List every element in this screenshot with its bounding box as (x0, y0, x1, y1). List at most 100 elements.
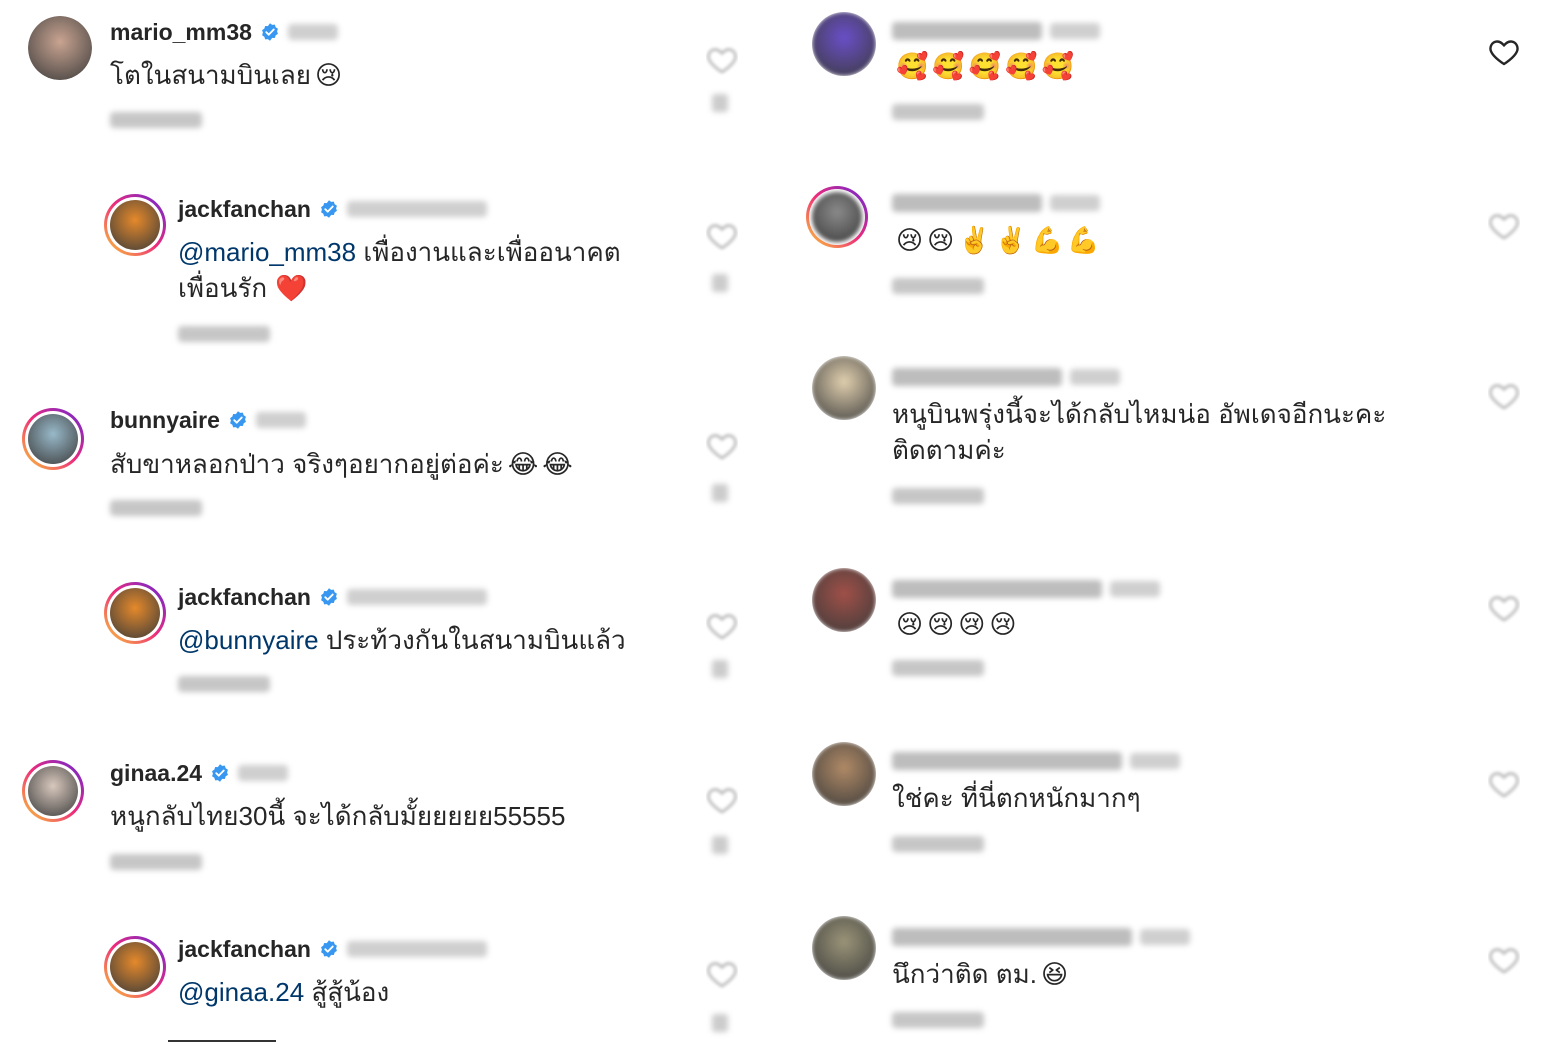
avatar[interactable] (812, 742, 876, 806)
avatar[interactable] (812, 356, 876, 420)
verified-badge-icon (210, 763, 230, 783)
heart-outline-icon[interactable] (1488, 210, 1520, 242)
username-link[interactable]: jackfanchan (178, 936, 311, 963)
reply-button[interactable] (892, 104, 984, 120)
comment-timestamp (1110, 581, 1160, 597)
username-link[interactable]: jackfanchan (178, 196, 311, 223)
verified-badge-icon (319, 587, 339, 607)
username-link[interactable] (892, 752, 1122, 770)
verified-badge-icon (260, 22, 280, 42)
emoji: 😢 (989, 610, 1017, 640)
comment-text-line2: ติดตามค่ะ (892, 432, 1006, 468)
comment-header: bunnyaire (110, 405, 306, 435)
username-link[interactable]: ginaa.24 (110, 760, 202, 787)
comment-timestamp (346, 589, 487, 605)
comment-timestamp (287, 24, 338, 40)
username-link[interactable]: bunnyaire (110, 407, 220, 434)
avatar[interactable] (104, 936, 166, 998)
heart-outline-icon[interactable] (1488, 768, 1520, 800)
reply-button[interactable] (110, 500, 202, 516)
heart-outline-icon[interactable] (1488, 944, 1520, 976)
avatar-image (812, 568, 876, 632)
heart-outline-icon[interactable] (706, 430, 738, 462)
heart-outline-icon[interactable] (706, 220, 738, 252)
avatar[interactable] (812, 568, 876, 632)
comment-timestamp (346, 941, 487, 957)
emoji: 🥰 (932, 52, 965, 82)
comment-header: jackfanchan (178, 194, 487, 224)
username-link[interactable]: jackfanchan (178, 584, 311, 611)
avatar[interactable] (104, 194, 166, 256)
emoji: 😢 (958, 610, 986, 640)
reply-button[interactable] (892, 1012, 984, 1028)
emoji: 😢 (927, 226, 955, 256)
reply-button[interactable] (110, 854, 202, 870)
comment-text: หนูกลับไทย30นี้ จะได้กลับมั้ยยยยย55555 (110, 798, 565, 834)
avatar[interactable] (812, 12, 876, 76)
comment-text-part: โตในสนามบินเลย (110, 60, 312, 90)
comment-header: ginaa.24 (110, 758, 289, 788)
avatar[interactable] (22, 408, 84, 470)
emoji: 🥰 (1005, 52, 1038, 82)
comment-text-part: หนูบินพรุ่งนี้จะได้กลับไหมน่อ อัพเดจอีกน… (892, 399, 1387, 429)
avatar-image (110, 200, 160, 250)
avatar[interactable] (104, 582, 166, 644)
avatar[interactable] (22, 760, 84, 822)
avatar-image (28, 766, 78, 816)
emoji: ✌️ (958, 226, 991, 256)
avatar[interactable] (28, 16, 92, 80)
like-count (712, 660, 728, 678)
comment-text: สับขาหลอกป่าว จริงๆอยากอยู่ต่อค่ะ 😂 😂 (110, 446, 573, 483)
heart-outline-icon[interactable] (1488, 36, 1520, 68)
heart-outline-icon[interactable] (706, 958, 738, 990)
username-link[interactable] (892, 22, 1042, 40)
reply-button[interactable] (892, 488, 984, 504)
like-count (712, 94, 728, 112)
comment-text: @bunnyaire ประท้วงกันในสนามบินแล้ว (178, 622, 626, 658)
comment-header (892, 746, 1180, 776)
emoji: 🥰 (896, 52, 929, 82)
reply-button[interactable] (110, 112, 202, 128)
reply-button[interactable] (178, 326, 270, 342)
emoji: 😢 (315, 61, 343, 91)
username-link[interactable]: mario_mm38 (110, 19, 252, 46)
heart-outline-icon[interactable] (706, 44, 738, 76)
reply-button[interactable] (178, 676, 270, 692)
heart-outline-icon[interactable] (1488, 592, 1520, 624)
heart-outline-icon[interactable] (706, 610, 738, 642)
reply-button[interactable] (892, 278, 984, 294)
username-link[interactable] (892, 368, 1062, 386)
avatar[interactable] (812, 916, 876, 980)
comment-header (892, 362, 1120, 392)
comment-text: 😢 😢 ✌️ ✌️ 💪 💪 (892, 222, 1100, 259)
reply-button[interactable] (892, 836, 984, 852)
comment-text-part: นึกว่าติด ตม. (892, 959, 1037, 989)
comment-text: โตในสนามบินเลย 😢 (110, 57, 342, 94)
comment-header (892, 16, 1100, 46)
comment-text-part: สับขาหลอกป่าว จริงๆอยากอยู่ต่อค่ะ (110, 449, 504, 479)
heart-outline-icon[interactable] (1488, 380, 1520, 412)
comment-timestamp (1070, 369, 1120, 385)
mention-link[interactable]: @mario_mm38 (178, 237, 356, 267)
username-link[interactable] (892, 194, 1042, 212)
emoji: 💪 (1067, 226, 1100, 256)
mention-link[interactable]: @bunnyaire (178, 625, 319, 655)
avatar-image (812, 356, 876, 420)
comment-text-part: เพื่องานและเพื่ออนาคต (356, 237, 621, 267)
comment-text-part: ติดตามค่ะ (892, 435, 1006, 465)
comment-header (892, 922, 1190, 952)
reply-button[interactable] (892, 660, 984, 676)
comment-text: 😢 😢 😢 😢 (892, 606, 1016, 643)
heart-outline-icon[interactable] (706, 784, 738, 816)
comment-header: mario_mm38 (110, 17, 338, 47)
comment-timestamp (255, 412, 306, 428)
comment-text-line2: เพื่อนรัก ❤️ (178, 270, 308, 307)
comment-text: @ginaa.24 สู้สู้น้อง (178, 974, 389, 1010)
avatar[interactable] (806, 186, 868, 248)
mention-link[interactable]: @ginaa.24 (178, 977, 304, 1007)
username-link[interactable] (892, 580, 1102, 598)
emoji: 😂 (507, 450, 539, 480)
comment-text: ใช่คะ ที่นี่ตกหนักมากๆ (892, 780, 1141, 816)
username-link[interactable] (892, 928, 1132, 946)
emoji: 🥰 (1041, 52, 1074, 82)
